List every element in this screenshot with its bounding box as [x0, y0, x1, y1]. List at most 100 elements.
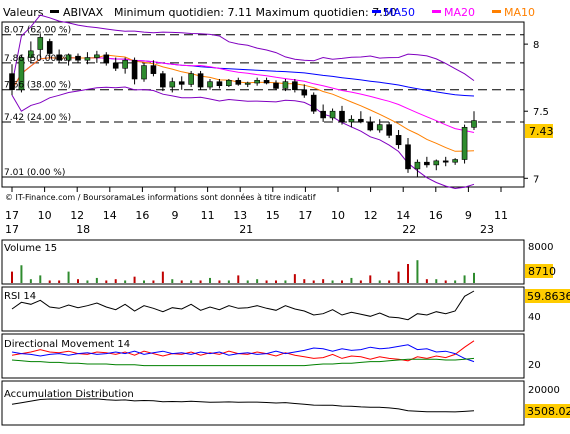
x-month-label: 17 — [5, 223, 19, 236]
candle-body — [471, 120, 477, 128]
candle-body — [94, 54, 100, 58]
daily-range: Minimum quotidien: 7.11 Maximum quotidie… — [114, 6, 397, 19]
instrument-legend-swatch — [50, 10, 59, 13]
ad-title: Accumulation Distribution — [4, 389, 134, 400]
candle-body — [376, 124, 383, 131]
candle-body — [301, 89, 308, 96]
ma-legend: MA50 MA20 MA10 — [372, 6, 535, 19]
x-tick-label: 10 — [38, 209, 52, 222]
x-month-label: 23 — [480, 223, 494, 236]
candle-body — [367, 121, 374, 131]
candle-body — [273, 82, 279, 89]
legend-label-ma10: MA10 — [504, 6, 535, 19]
candle-body — [160, 73, 166, 88]
candle-body — [207, 81, 213, 88]
x-month-label: 18 — [76, 223, 90, 236]
x-month-label: 22 — [402, 223, 416, 236]
x-tick-label: 11 — [494, 209, 508, 222]
candle-body — [348, 118, 355, 123]
fib-label: 7.66 (38.00 %) — [4, 81, 71, 91]
legend-swatch-ma10 — [492, 10, 501, 13]
candle-body — [329, 110, 336, 119]
watermark: © IT-Finance.com / BoursoramaLes informa… — [5, 192, 316, 202]
candle-body — [150, 65, 157, 74]
x-tick-label: 13 — [233, 209, 247, 222]
candle-body — [414, 161, 421, 170]
volume-panel — [1, 239, 525, 285]
ad-panel — [1, 380, 525, 426]
legend-swatch-ma50 — [372, 10, 381, 13]
candle-body — [433, 160, 440, 166]
candle-body — [424, 161, 430, 166]
price-tick-label: 7.5 — [533, 107, 549, 118]
fib-label: 8.07 (62.00 %) — [4, 26, 71, 36]
volume-tick: 8000 — [528, 242, 553, 253]
price-axis: 77.58 — [524, 40, 549, 185]
candle-body — [292, 81, 298, 91]
volume-last: 8710 — [528, 265, 556, 278]
candle-body — [235, 80, 242, 85]
rsi-tick: 40 — [528, 312, 541, 323]
candle-body — [310, 94, 317, 112]
x-tick-label: 10 — [331, 209, 345, 222]
candle-body — [226, 80, 232, 87]
candle-body — [244, 82, 251, 85]
legend-label-ma50: MA50 — [384, 6, 415, 19]
x-month-label: 21 — [239, 223, 253, 236]
candle-body — [112, 62, 119, 69]
candle-body — [461, 127, 468, 160]
x-tick-label: 12 — [70, 209, 84, 222]
header-label: Valeurs — [3, 6, 44, 19]
dm-tick: 20 — [528, 360, 541, 371]
volume-title: Volume 15 — [4, 243, 57, 254]
candle-body — [263, 80, 270, 84]
candle-body — [339, 110, 345, 123]
fib-label: 7.42 (24.00 %) — [4, 113, 71, 123]
last-price: 7.43 — [529, 125, 554, 138]
price-tick-label: 7 — [533, 174, 539, 185]
rsi-panel — [1, 286, 525, 332]
x-tick-label: 11 — [201, 209, 215, 222]
candle-body — [442, 160, 449, 163]
candle-body — [84, 57, 91, 61]
candle-body — [386, 124, 392, 136]
fib-label: 7.01 (0.00 %) — [4, 168, 65, 178]
x-tick-label: 14 — [396, 209, 410, 222]
candle-body — [197, 73, 204, 88]
x-tick-label: 16 — [429, 209, 443, 222]
x-tick-label: 15 — [266, 209, 280, 222]
candle-body — [254, 80, 260, 84]
x-tick-label: 9 — [465, 209, 472, 222]
candle-body — [395, 135, 402, 146]
x-tick-label: 14 — [103, 209, 117, 222]
candle-body — [216, 81, 223, 87]
fib-label: 7.86 (50.00 %) — [4, 54, 71, 64]
x-tick-label: 12 — [364, 209, 378, 222]
candle-body — [405, 144, 411, 170]
ad-tick: 20000 — [528, 385, 560, 396]
legend-label-ma20: MA20 — [444, 6, 475, 19]
candle-body — [169, 81, 176, 88]
x-tick-label: 17 — [5, 209, 19, 222]
dm-title: Directional Movement 14 — [4, 339, 130, 350]
candle-body — [75, 55, 81, 61]
x-tick-label: 16 — [135, 209, 149, 222]
x-tick-label: 9 — [172, 209, 179, 222]
candle-body — [358, 118, 364, 123]
candle-body — [46, 41, 53, 54]
candle-body — [452, 159, 458, 163]
price-tick-label: 8 — [533, 40, 539, 51]
candle-body — [188, 73, 194, 85]
ad-last: 3508.024 — [527, 405, 570, 418]
candle-body — [103, 54, 110, 64]
candle-body — [141, 65, 147, 80]
chart-canvas: Valeurs ABIVAX Minimum quotidien: 7.11 M… — [1, 6, 570, 426]
stock-chart: Valeurs ABIVAX Minimum quotidien: 7.11 M… — [0, 0, 570, 430]
x-tick-label: 17 — [298, 209, 312, 222]
candle-body — [122, 59, 128, 69]
legend-swatch-ma20 — [432, 10, 441, 13]
candle-body — [37, 37, 44, 50]
rsi-title: RSI 14 — [4, 291, 36, 302]
candle-body — [131, 59, 138, 80]
candle-body — [320, 110, 326, 119]
